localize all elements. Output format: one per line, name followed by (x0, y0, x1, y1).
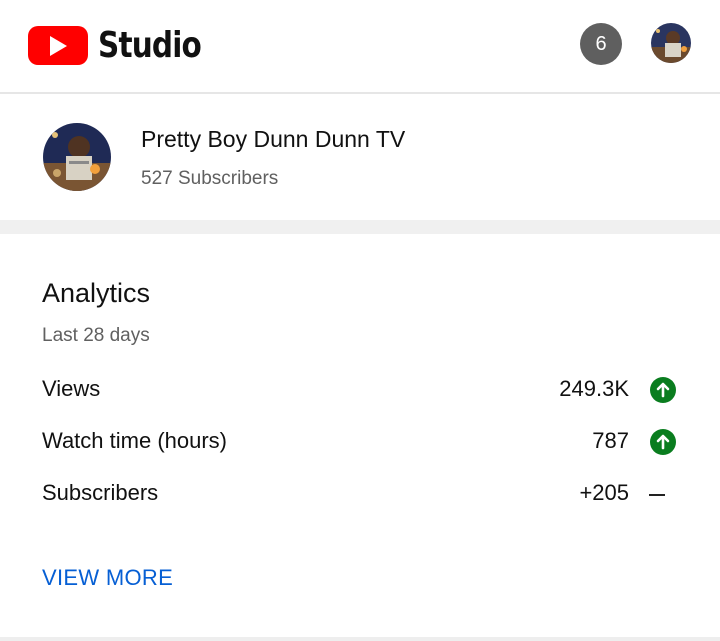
channel-card[interactable]: Pretty Boy Dunn Dunn TV 527 Subscribers (0, 96, 720, 220)
account-avatar[interactable] (651, 23, 691, 63)
metric-row-subscribers: Subscribers +205 (42, 480, 682, 510)
bottom-divider (0, 637, 720, 641)
trend-up-icon (650, 377, 676, 403)
section-divider (0, 220, 720, 234)
metric-value: +205 (579, 480, 629, 505)
analytics-period: Last 28 days (42, 325, 150, 346)
metric-label: Subscribers (42, 480, 159, 505)
channel-name: Pretty Boy Dunn Dunn TV (141, 126, 406, 152)
studio-wordmark: Studio (98, 25, 202, 66)
trend-flat-icon (649, 494, 665, 496)
trend-up-icon (650, 429, 676, 455)
view-more-button[interactable]: VIEW MORE (42, 565, 173, 591)
channel-avatar (43, 123, 111, 191)
top-app-bar: Studio 6 (0, 0, 720, 94)
metric-row-watch-time: Watch time (hours) 787 (42, 428, 682, 458)
analytics-card: Analytics Last 28 days Views 249.3K Watc… (0, 234, 720, 641)
youtube-play-icon (28, 26, 88, 65)
youtube-studio-logo[interactable]: Studio (28, 25, 224, 66)
analytics-title: Analytics (42, 278, 151, 308)
metric-value: 787 (592, 428, 629, 453)
metric-label: Watch time (hours) (42, 428, 228, 453)
notifications-badge[interactable]: 6 (580, 23, 622, 65)
metric-value: 249.3K (559, 376, 629, 401)
metric-label: Views (42, 376, 101, 401)
metric-row-views: Views 249.3K (42, 376, 682, 406)
notification-count: 6 (595, 32, 607, 55)
subscriber-count: 527 Subscribers (141, 168, 279, 189)
